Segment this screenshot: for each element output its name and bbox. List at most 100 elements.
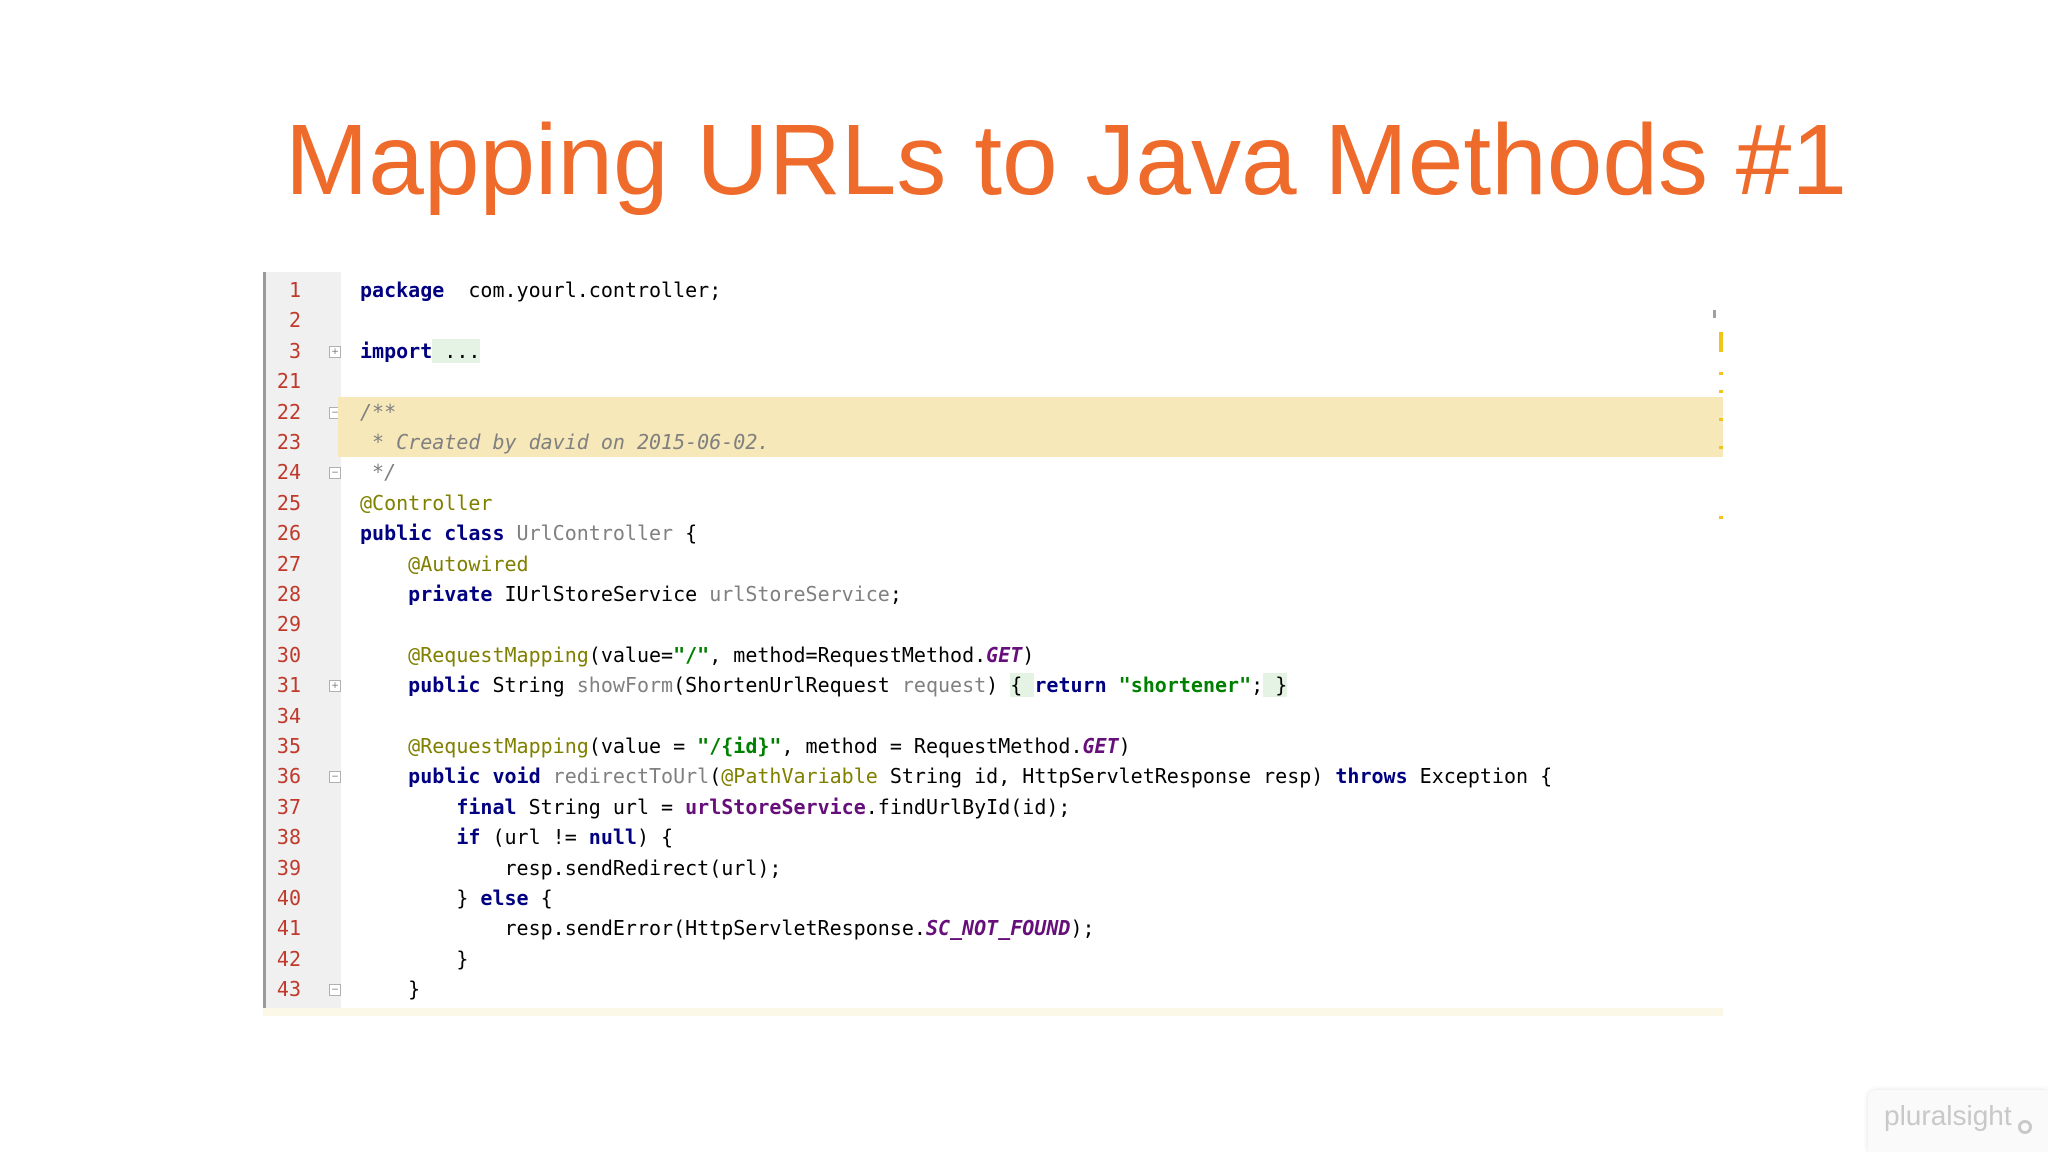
code-line: */: [338, 457, 1723, 487]
code-token: /**: [360, 399, 397, 424]
line-number: 23: [276, 430, 301, 454]
code-line-text: package com.yourl.controller;: [360, 275, 721, 305]
code-token: ;: [1251, 673, 1264, 698]
code-token: Exception {: [1419, 764, 1553, 789]
code-line: if (url != null) {: [338, 822, 1723, 852]
code-token: ) {: [636, 825, 674, 850]
code-token: (ShortenUrlRequest: [673, 673, 902, 698]
code-token: }: [360, 977, 421, 1002]
code-token: com.yourl.controller;: [444, 278, 722, 302]
code-token: , method = RequestMethod.: [781, 734, 1083, 758]
line-number: 27: [276, 551, 301, 576]
code-token: @Autowired: [408, 551, 529, 576]
code-line: @Controller: [338, 488, 1723, 518]
code-editor[interactable]: 1 2 3 +21 22−23 24−25 26 27 28 29 30 31 +34 35 36−37 38…: [263, 272, 1723, 1016]
code-token: resp.sendRedirect(url);: [360, 855, 782, 880]
code-line: public void redirectToUrl(@PathVariable …: [338, 761, 1723, 791]
line-number: 42: [276, 946, 301, 971]
code-token: @RequestMapping: [408, 734, 589, 758]
code-token: @PathVariable: [721, 764, 890, 789]
code-token: "/{id}": [697, 734, 782, 758]
code-token: urlStoreService: [709, 582, 890, 606]
code-token: ): [1118, 734, 1131, 758]
code-token: request: [901, 673, 987, 698]
code-line-text: @RequestMapping(value="/", method=Reques…: [360, 640, 1034, 670]
code-token: (: [709, 764, 722, 789]
code-token: "shortener": [1118, 673, 1252, 698]
code-token: @RequestMapping: [408, 642, 589, 667]
code-line-text: private IUrlStoreService urlStoreService…: [360, 579, 902, 609]
change-marker: [1719, 516, 1723, 519]
code-line: public class UrlController {: [338, 518, 1723, 548]
code-token: if: [456, 825, 493, 850]
line-number: 41: [276, 916, 301, 941]
line-number: 21: [276, 369, 301, 394]
code-token: GET: [986, 642, 1023, 667]
change-marker: [1719, 446, 1723, 449]
code-token: @Controller: [360, 490, 493, 515]
code-line-text: resp.sendRedirect(url);: [360, 853, 781, 883]
code-line-text: }: [360, 944, 468, 974]
line-number: 40: [276, 886, 301, 910]
code-line-text: */: [360, 457, 396, 487]
code-area[interactable]: package com.yourl.controller; import ... /…: [338, 272, 1723, 1012]
slide-title: Mapping URLs to Java Methods #1: [285, 104, 1847, 216]
line-number: 35: [276, 734, 301, 758]
code-token: }: [360, 886, 481, 910]
code-token: * Created by david on 2015-06-02.: [360, 430, 770, 454]
code-token: IUrlStoreService: [504, 582, 710, 606]
line-number: 22: [276, 399, 301, 424]
logo-text: pluralsight: [1884, 1100, 2012, 1131]
code-line: @RequestMapping(value = "/{id}", method …: [338, 731, 1723, 761]
code-line: }: [338, 974, 1723, 1004]
code-line: public String showForm(ShortenUrlRequest…: [338, 670, 1723, 700]
code-token: }: [360, 946, 469, 971]
code-token: );: [1070, 916, 1095, 941]
code-line: @Autowired: [338, 549, 1723, 579]
code-line-text: @RequestMapping(value = "/{id}", method …: [360, 731, 1131, 761]
code-token: package: [360, 278, 445, 302]
code-line-text: import ...: [360, 336, 481, 366]
change-marker: [1719, 418, 1723, 421]
code-line-text: * Created by david on 2015-06-02.: [360, 427, 769, 457]
code-token: , method=RequestMethod.: [709, 642, 987, 667]
code-token: ): [1022, 642, 1035, 667]
code-token: (value =: [588, 734, 698, 758]
code-token: ;: [889, 582, 902, 606]
line-number: 1: [288, 278, 301, 302]
code-line-text: } else {: [360, 883, 552, 913]
line-number: 36: [276, 764, 301, 789]
code-token: redirectToUrl: [552, 764, 710, 789]
line-number: 29: [276, 612, 301, 637]
line-number: 37: [276, 794, 301, 819]
code-token: resp.sendError(HttpServletResponse.: [360, 916, 926, 941]
code-line-text: resp.sendError(HttpServletResponse.SC_NO…: [360, 913, 1095, 943]
code-token: */: [360, 460, 397, 485]
code-token: String id, HttpServletResponse resp): [889, 764, 1336, 789]
code-token: else: [480, 886, 541, 910]
code-line: }: [338, 944, 1723, 974]
code-line-text: public void redirectToUrl(@PathVariable …: [360, 761, 1552, 791]
code-line: } else {: [338, 883, 1723, 913]
line-number: 39: [276, 855, 301, 880]
code-line-text: if (url != null) {: [360, 822, 673, 852]
code-line: @RequestMapping(value="/", method=Reques…: [338, 640, 1723, 670]
line-number: 34: [276, 703, 301, 728]
code-token: null: [588, 825, 637, 850]
code-token: return: [1034, 673, 1119, 698]
line-number: 30: [276, 642, 301, 667]
change-marker: [1719, 390, 1723, 393]
code-token: ): [986, 673, 1011, 698]
code-token: }: [1263, 673, 1288, 698]
line-number: 3: [288, 338, 301, 363]
code-token: import: [360, 338, 433, 363]
line-number: 2: [288, 308, 301, 333]
